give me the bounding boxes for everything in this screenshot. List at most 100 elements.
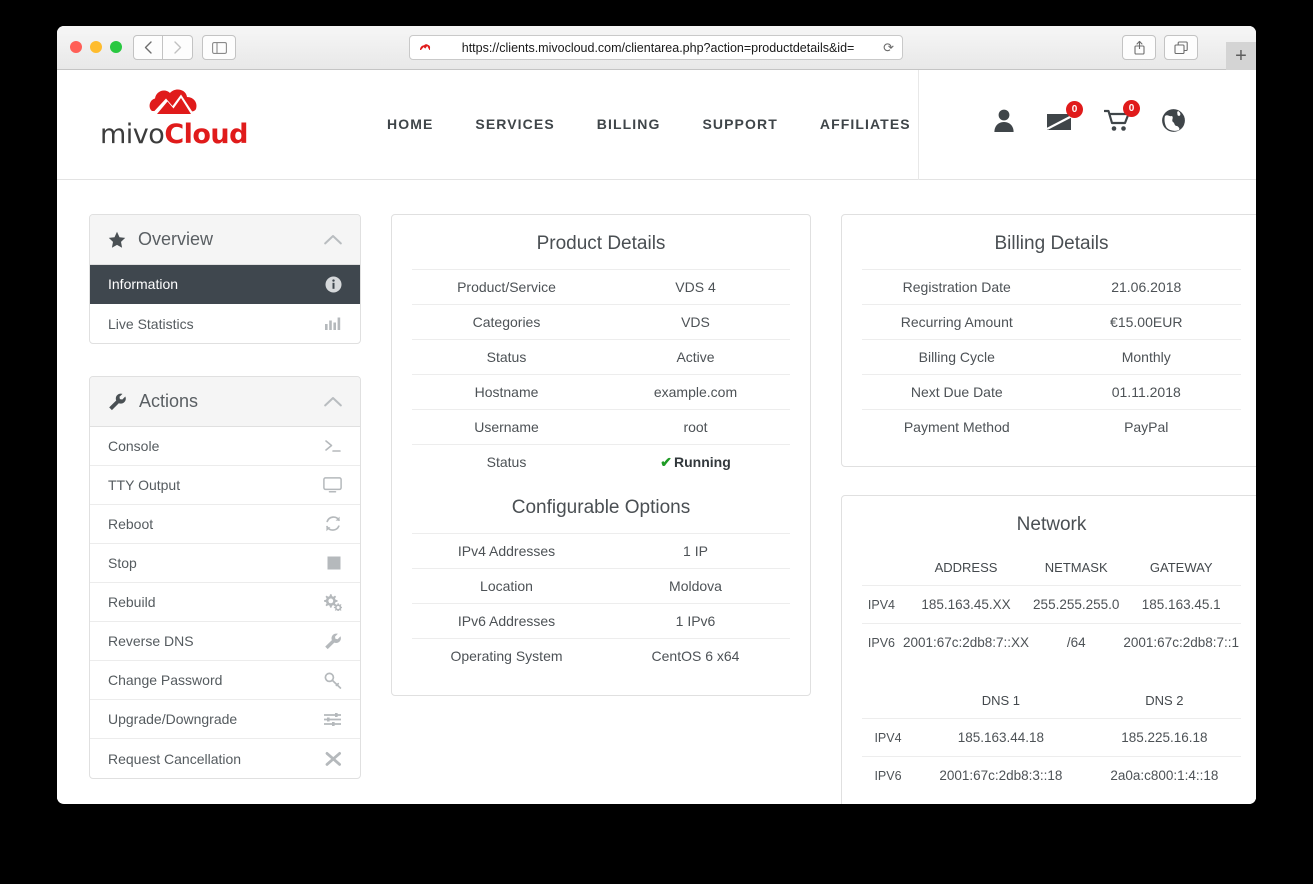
- actions-panel-title: Actions: [139, 391, 199, 411]
- network-title: Network: [1016, 514, 1087, 535]
- sidebar-item-live-statistics[interactable]: Live Statistics: [90, 304, 360, 343]
- table-row: Billing Cycle Monthly: [862, 339, 1241, 374]
- cell-dns2: 185.225.16.18: [1087, 718, 1241, 757]
- main-navigation: HOME SERVICES BILLING SUPPORT AFFILIATES: [387, 116, 911, 132]
- cell-dns2: 2a0a:c800:1:4::18: [1087, 756, 1241, 794]
- terminal-icon: [324, 439, 342, 453]
- actions-panel-header[interactable]: Actions: [90, 377, 360, 427]
- overview-panel-header[interactable]: Overview: [90, 215, 360, 265]
- sidebar-item-reboot[interactable]: Reboot: [90, 505, 360, 544]
- user-icon: [994, 109, 1014, 132]
- table-row: IPV4 185.163.44.18 185.225.16.18: [862, 718, 1241, 757]
- sidebar-item-label: Console: [108, 438, 160, 454]
- cell-netmask: 255.255.255.0: [1031, 585, 1122, 624]
- reload-icon[interactable]: ⟳: [883, 40, 894, 56]
- cell-dns1: 185.163.44.18: [914, 718, 1088, 757]
- site-logo[interactable]: mivoCloud: [89, 84, 259, 150]
- cart-badge: 0: [1123, 100, 1140, 117]
- row-value: PayPal: [1124, 419, 1169, 435]
- logo-text-accent: Cloud: [164, 119, 248, 150]
- row-label: Recurring Amount: [900, 314, 1013, 330]
- sidebar-item-tty-output[interactable]: TTY Output: [90, 466, 360, 505]
- cell-gateway: 185.163.45.1: [1121, 585, 1241, 624]
- forward-button[interactable]: [163, 35, 193, 60]
- row-label: Status: [486, 349, 527, 365]
- navigation-buttons: [133, 35, 193, 60]
- product-details-card: Product Details Product/Service VDS 4 Ca…: [391, 214, 811, 696]
- table-row: Location Moldova: [412, 568, 790, 603]
- url-text: https://clients.mivocloud.com/clientarea…: [461, 40, 855, 55]
- table-row: Status Active: [412, 339, 790, 374]
- close-window-button[interactable]: [70, 41, 82, 53]
- nav-item-services[interactable]: SERVICES: [475, 116, 554, 132]
- network-dns-table: DNS 1 DNS 2 IPV4 185.163.44.18 185.225.1…: [862, 683, 1241, 794]
- sidebar-item-label: Change Password: [108, 672, 223, 688]
- sidebar-item-reverse-dns[interactable]: Reverse DNS: [90, 622, 360, 661]
- share-button[interactable]: [1122, 35, 1156, 60]
- sidebar-item-label: TTY Output: [108, 477, 181, 493]
- sidebar-item-upgrade-downgrade[interactable]: Upgrade/Downgrade: [90, 700, 360, 739]
- cart-button[interactable]: 0: [1104, 100, 1140, 132]
- row-value: root: [683, 419, 708, 435]
- column-header: ADDRESS: [934, 560, 998, 575]
- row-label: IPV6: [862, 623, 901, 661]
- table-row: IPv6 Addresses 1 IPv6: [412, 603, 790, 638]
- column-header: [862, 683, 914, 719]
- star-icon: [108, 231, 126, 249]
- chevron-up-icon[interactable]: [324, 234, 342, 245]
- table-header-row: ADDRESS NETMASK GATEWAY: [862, 550, 1241, 586]
- sidebar-item-information[interactable]: Information: [90, 265, 360, 304]
- row-label: IPV4: [862, 585, 901, 624]
- mivocloud-logo-icon: [146, 84, 202, 118]
- back-button[interactable]: [133, 35, 163, 60]
- column-header: [862, 550, 901, 586]
- wrench-icon: [324, 633, 342, 650]
- chevron-up-icon[interactable]: [324, 396, 342, 407]
- row-label: Product/Service: [457, 279, 556, 295]
- chevron-left-icon: [144, 41, 152, 54]
- sidebar: Overview Information Live Statistics Act…: [89, 214, 361, 804]
- account-button[interactable]: [992, 108, 1016, 133]
- minimize-window-button[interactable]: [90, 41, 102, 53]
- row-label: Operating System: [450, 648, 563, 664]
- check-icon: ✔: [660, 453, 672, 470]
- address-bar[interactable]: https://clients.mivocloud.com/clientarea…: [409, 35, 903, 60]
- site-header: mivoCloud HOME SERVICES BILLING SUPPORT …: [57, 70, 1256, 180]
- billing-network-column: Billing Details Registration Date 21.06.…: [841, 214, 1256, 804]
- table-row: IPv4 Addresses 1 IP: [412, 533, 790, 568]
- sidebar-toggle-button[interactable]: [202, 35, 236, 60]
- show-tabs-button[interactable]: [1164, 35, 1198, 60]
- row-label: Hostname: [474, 384, 539, 400]
- row-label: Categories: [472, 314, 541, 330]
- sidebar-item-label: Rebuild: [108, 594, 156, 610]
- sidebar-item-stop[interactable]: Stop: [90, 544, 360, 583]
- product-details-title: Product Details: [536, 233, 666, 254]
- column-header: GATEWAY: [1149, 560, 1213, 575]
- sidebar-item-label: Reboot: [108, 516, 154, 532]
- cell-netmask: /64: [1031, 623, 1122, 661]
- messages-button[interactable]: 0: [1046, 100, 1083, 132]
- overview-panel-title: Overview: [138, 229, 214, 249]
- new-tab-button[interactable]: +: [1226, 42, 1256, 70]
- sidebar-item-change-password[interactable]: Change Password: [90, 661, 360, 700]
- nav-item-affiliates[interactable]: AFFILIATES: [820, 116, 911, 132]
- nav-item-support[interactable]: SUPPORT: [702, 116, 777, 132]
- globe-icon: [1162, 109, 1185, 132]
- page-content: Overview Information Live Statistics Act…: [57, 180, 1256, 804]
- nav-item-home[interactable]: HOME: [387, 116, 433, 132]
- site-favicon: [418, 41, 432, 55]
- billing-details-title: Billing Details: [994, 233, 1109, 254]
- table-row: Operating System CentOS 6 x64: [412, 638, 790, 673]
- info-icon: [325, 276, 342, 293]
- logo-text-primary: mivo: [100, 119, 165, 150]
- table-row: IPV6 2001:67c:2db8:3::18 2a0a:c800:1:4::…: [862, 756, 1241, 794]
- share-icon: [1133, 40, 1145, 55]
- gears-icon: [323, 593, 342, 611]
- maximize-window-button[interactable]: [110, 41, 122, 53]
- language-button[interactable]: [1161, 108, 1186, 133]
- sidebar-item-request-cancellation[interactable]: Request Cancellation: [90, 739, 360, 778]
- row-value: 1 IPv6: [675, 613, 716, 629]
- sidebar-item-rebuild[interactable]: Rebuild: [90, 583, 360, 622]
- sidebar-item-console[interactable]: Console: [90, 427, 360, 466]
- nav-item-billing[interactable]: BILLING: [597, 116, 661, 132]
